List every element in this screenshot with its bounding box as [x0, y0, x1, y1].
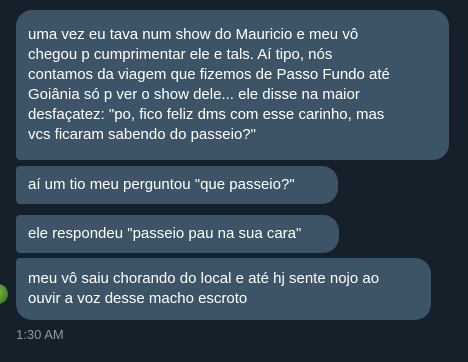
message-timestamp: 1:30 AM: [16, 327, 64, 342]
message-text: uma vez eu tava num show do Mauricio e m…: [28, 26, 390, 143]
dm-conversation: uma vez eu tava num show do Mauricio e m…: [0, 0, 468, 362]
message-text: meu vô saiu chorando do local e até hj s…: [28, 270, 380, 307]
message-bubble[interactable]: ele respondeu "passeio pau na sua cara": [16, 215, 339, 253]
message-bubble[interactable]: aí um tio meu perguntou "que passeio?": [16, 166, 338, 204]
avatar[interactable]: [0, 284, 8, 304]
message-bubble[interactable]: meu vô saiu chorando do local e até hj s…: [16, 258, 431, 320]
message-text: aí um tio meu perguntou "que passeio?": [28, 176, 295, 193]
message-text: ele respondeu "passeio pau na sua cara": [28, 225, 302, 242]
message-bubble[interactable]: uma vez eu tava num show do Mauricio e m…: [16, 10, 449, 160]
